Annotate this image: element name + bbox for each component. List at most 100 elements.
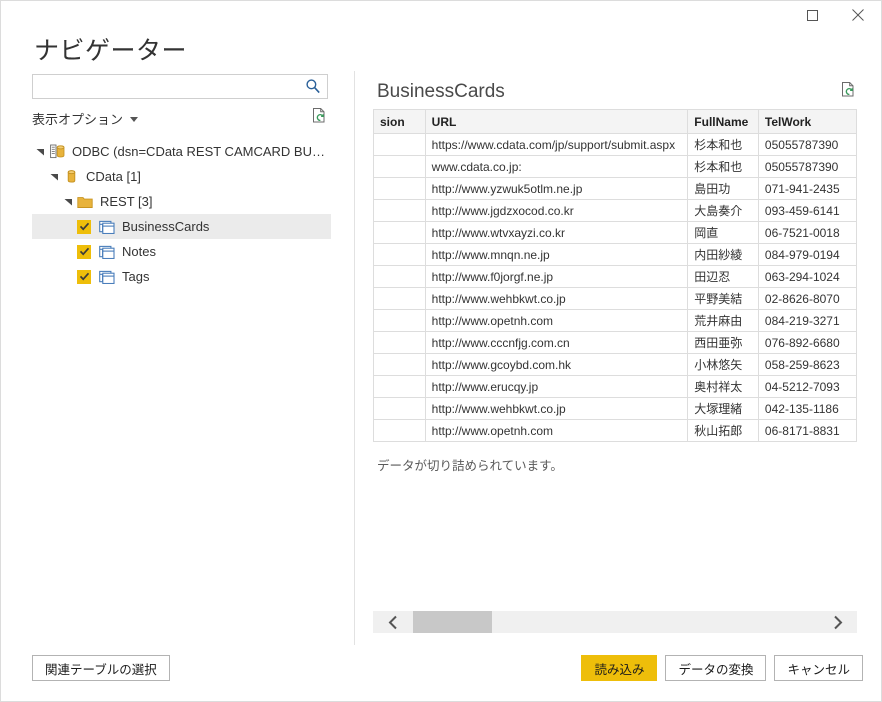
- scroll-thumb[interactable]: [413, 611, 492, 633]
- cell-version: [373, 331, 426, 354]
- cancel-button[interactable]: キャンセル: [774, 655, 863, 681]
- preview-table: sion URL FullName TelWork https://www.cd…: [373, 109, 858, 442]
- horizontal-scrollbar[interactable]: [373, 611, 857, 633]
- tree-node-notes[interactable]: Notes: [32, 239, 331, 264]
- check-icon: [79, 272, 89, 281]
- table-row[interactable]: http://www.erucqy.jp 奥村祥太 04-5212-7093: [373, 375, 858, 398]
- cell-url: http://www.erucqy.jp: [424, 375, 689, 398]
- checkbox-businesscards[interactable]: [77, 219, 91, 234]
- cell-fullname: 田辺忍: [687, 265, 759, 288]
- cell-url: http://www.yzwuk5otlm.ne.jp: [424, 177, 689, 200]
- navigation-pane: 表示オプション ODBC (dsn=CData REST CAMCARD BUS…: [1, 71, 331, 645]
- chevron-right-icon: [833, 615, 842, 629]
- tree-node-odbc[interactable]: ODBC (dsn=CData REST CAMCARD BUSINESS)..…: [32, 139, 331, 164]
- chevron-down-icon: [130, 116, 139, 122]
- cell-version: [373, 221, 426, 244]
- check-icon: [79, 247, 89, 256]
- column-header-url[interactable]: URL: [424, 109, 689, 134]
- page-title: ナビゲーター: [34, 37, 188, 65]
- cell-version: [373, 243, 426, 266]
- triangle-down-icon: [36, 149, 44, 156]
- column-header-telwork[interactable]: TelWork: [757, 109, 858, 134]
- close-button[interactable]: [835, 1, 881, 29]
- cell-fullname: 秋山拓郎: [687, 419, 759, 442]
- scroll-right-button[interactable]: [817, 611, 857, 633]
- table-row[interactable]: http://www.wehbkwt.co.jp 大塚理緒 042-135-1186: [373, 397, 858, 420]
- cell-telwork: 071-941-2435: [757, 177, 858, 200]
- cell-fullname: 西田亜弥: [687, 331, 759, 354]
- source-tree: ODBC (dsn=CData REST CAMCARD BUSINESS)..…: [32, 139, 331, 289]
- table-row[interactable]: www.cdata.co.jp: 杉本和也 05055787390: [373, 155, 858, 178]
- preview-header: BusinessCards: [373, 71, 881, 109]
- table-row[interactable]: http://www.yzwuk5otlm.ne.jp 島田功 071-941-24…: [373, 177, 858, 200]
- cell-telwork: 05055787390: [757, 133, 858, 156]
- cell-url: http://www.wehbkwt.co.jp: [424, 397, 689, 420]
- expander-icon[interactable]: [46, 172, 62, 181]
- select-related-tables-button[interactable]: 関連テーブルの選択: [32, 655, 170, 681]
- tree-node-label: CData [1]: [86, 169, 141, 184]
- cell-url: http://www.opetnh.com: [424, 309, 689, 332]
- footer-actions: 読み込み データの変換 キャンセル: [581, 655, 863, 681]
- cell-telwork: 076-892-6680: [757, 331, 858, 354]
- expander-icon[interactable]: [60, 197, 76, 206]
- cell-fullname: 平野美結: [687, 287, 759, 310]
- tree-node-tags[interactable]: Tags: [32, 264, 331, 289]
- navigator-dialog: ナビゲーター 表示オプション ODBC (dsn=CData REST CAMC…: [0, 0, 882, 702]
- cell-version: [373, 177, 426, 200]
- title-bar: [1, 1, 881, 29]
- cell-url: http://www.opetnh.com: [424, 419, 689, 442]
- database-icon: [62, 169, 80, 184]
- table-icon: [98, 220, 116, 234]
- cell-telwork: 06-8171-8831: [757, 419, 858, 442]
- cell-url: www.cdata.co.jp:: [424, 155, 689, 178]
- table-row[interactable]: https://www.cdata.com/jp/support/submit.…: [373, 133, 858, 156]
- truncation-note: データが切り詰められています。: [377, 459, 563, 473]
- refresh-preview-button[interactable]: [841, 81, 857, 103]
- tree-node-businesscards[interactable]: BusinessCards: [32, 214, 331, 239]
- refresh-preview-button-left[interactable]: [312, 107, 328, 129]
- table-row[interactable]: http://www.wtvxayzi.co.kr 岡直 06-7521-0018: [373, 221, 858, 244]
- table-icon: [98, 270, 116, 284]
- restore-icon: [806, 9, 818, 21]
- triangle-down-icon: [50, 174, 58, 181]
- cell-version: [373, 155, 426, 178]
- tree-node-label: Tags: [122, 269, 150, 284]
- cell-version: [373, 375, 426, 398]
- cell-version: [373, 199, 426, 222]
- column-header-fullname[interactable]: FullName: [687, 109, 759, 134]
- cell-version: [373, 397, 426, 420]
- display-options-dropdown[interactable]: 表示オプション: [32, 109, 139, 128]
- cell-fullname: 杉本和也: [687, 133, 759, 156]
- checkbox-notes[interactable]: [77, 244, 91, 259]
- table-row[interactable]: http://www.f0jorgf.ne.jp 田辺忍 063-294-1024: [373, 265, 858, 288]
- preview-title: BusinessCards: [377, 81, 505, 102]
- expander-icon[interactable]: [32, 147, 48, 156]
- table-row[interactable]: http://www.jgdzxocod.co.kr 大島奏介 093-459-61…: [373, 199, 858, 222]
- tree-node-label: Notes: [122, 244, 156, 259]
- server-database-icon: [48, 144, 66, 159]
- cell-version: [373, 133, 426, 156]
- search-input[interactable]: [32, 74, 328, 99]
- table-row[interactable]: http://www.wehbkwt.co.jp 平野美結 02-8626-8070: [373, 287, 858, 310]
- transform-data-button[interactable]: データの変換: [665, 655, 767, 681]
- table-row[interactable]: http://www.opetnh.com 秋山拓郎 06-8171-8831: [373, 419, 858, 442]
- cell-version: [373, 287, 426, 310]
- restore-button[interactable]: [789, 1, 835, 29]
- data-preview-grid[interactable]: sion URL FullName TelWork https://www.cd…: [373, 109, 881, 543]
- scroll-track[interactable]: [413, 611, 817, 633]
- load-button[interactable]: 読み込み: [581, 655, 658, 681]
- tree-node-cdata[interactable]: CData [1]: [32, 164, 331, 189]
- column-header-version[interactable]: sion: [373, 109, 426, 134]
- table-row[interactable]: http://www.cccnfjg.com.cn 西田亜弥 076-892-668…: [373, 331, 858, 354]
- tree-node-rest[interactable]: REST [3]: [32, 189, 331, 214]
- table-row[interactable]: http://www.mnqn.ne.jp 内田紗綾 084-979-0194: [373, 243, 858, 266]
- cell-version: [373, 419, 426, 442]
- table-row[interactable]: http://www.gcoybd.com.hk 小林悠矢 058-259-8623: [373, 353, 858, 376]
- cell-telwork: 042-135-1186: [757, 397, 858, 420]
- cell-telwork: 093-459-6141: [757, 199, 858, 222]
- checkbox-tags[interactable]: [77, 269, 91, 284]
- cell-url: http://www.wtvxayzi.co.kr: [424, 221, 689, 244]
- scroll-left-button[interactable]: [373, 611, 413, 633]
- cell-telwork: 084-979-0194: [757, 243, 858, 266]
- table-row[interactable]: http://www.opetnh.com 荒井麻由 084-219-3271: [373, 309, 858, 332]
